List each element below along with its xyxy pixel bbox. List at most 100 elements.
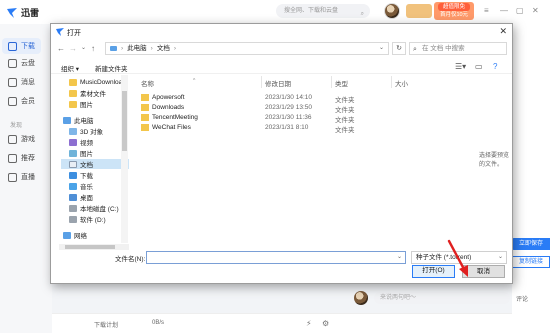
menu-icon[interactable]: ≡ xyxy=(484,6,489,15)
column-divider[interactable] xyxy=(261,76,262,88)
column-header-modified[interactable]: 修改日期 xyxy=(265,78,291,88)
nav-item-desktop[interactable]: 桌面 xyxy=(69,192,93,202)
address-row: ← → ⌄ ↑ › 此电脑 › 文档 › ⌄ ↻ ⌕ 在 文档 中搜索 xyxy=(51,42,512,56)
organize-menu[interactable]: 组织 ▾ xyxy=(61,63,79,73)
file-modified: 2023/1/31 8:10 xyxy=(265,124,309,131)
minimize-icon[interactable]: — xyxy=(500,6,508,15)
column-header-name[interactable]: 名称 xyxy=(141,78,154,88)
nav-item-label: 此电脑 xyxy=(74,118,94,125)
sidebar-item-cloud[interactable]: 云盘 xyxy=(8,58,35,68)
nav-scrollbar[interactable] xyxy=(121,75,128,243)
game-icon xyxy=(8,134,17,144)
new-folder-button[interactable]: 新建文件夹 xyxy=(95,63,128,73)
address-bar[interactable]: › 此电脑 › 文档 › ⌄ xyxy=(105,42,389,55)
nav-item-label: 3D 对象 xyxy=(80,129,104,136)
filename-input[interactable]: ⌄ xyxy=(146,251,406,264)
folder-search-placeholder: 在 文档 中搜索 xyxy=(422,45,465,52)
search-icon[interactable]: ⌕ xyxy=(361,7,364,21)
refresh-icon[interactable]: ↻ xyxy=(392,42,406,55)
save-now-button[interactable]: 立即保存 xyxy=(512,238,550,250)
column-divider[interactable] xyxy=(331,76,332,88)
sidebar-item-download[interactable]: 下载 xyxy=(2,38,41,54)
nav-item-this-pc[interactable]: 此电脑 xyxy=(63,115,94,125)
download-plan-label[interactable]: 下载计划 xyxy=(94,320,118,329)
help-icon[interactable]: ? xyxy=(493,62,497,71)
open-file-dialog: 打开 ✕ ← → ⌄ ↑ › 此电脑 › 文档 › ⌄ ↻ ⌕ 在 文档 中搜索… xyxy=(50,23,513,284)
recent-chevron-down-icon[interactable]: ⌄ xyxy=(81,44,86,51)
comment-label[interactable]: 评论 xyxy=(516,294,528,303)
list-item[interactable]: Apowersoft 2023/1/30 14:10 文件夹 xyxy=(133,93,433,104)
view-options-icon[interactable]: ☰▾ xyxy=(455,62,466,71)
back-arrow-icon[interactable]: ← xyxy=(57,44,65,53)
video-icon xyxy=(69,138,77,146)
sidebar-item-messages[interactable]: 消息 xyxy=(8,77,35,87)
vip-icon xyxy=(8,96,17,106)
nav-item-music[interactable]: 音乐 xyxy=(69,181,93,191)
breadcrumb-documents[interactable]: 文档 xyxy=(157,43,170,54)
nav-item-network[interactable]: 网络 xyxy=(63,230,87,240)
list-item[interactable]: TencentMeeting 2023/1/30 11:36 文件夹 xyxy=(133,113,433,124)
cloud-icon xyxy=(8,58,17,68)
close-icon[interactable]: ✕ xyxy=(532,6,539,15)
nav-item-materials[interactable]: 素材文件 xyxy=(69,88,106,98)
forward-arrow-icon[interactable]: → xyxy=(69,44,77,53)
sidebar-item-games[interactable]: 游戏 xyxy=(8,134,35,144)
nav-item-downloads[interactable]: 下载 xyxy=(69,170,93,180)
nav-horizontal-scrollbar[interactable] xyxy=(59,244,511,250)
nav-item-drive-c[interactable]: 本地磁盘 (C:) xyxy=(69,203,119,213)
xunlei-bird-icon xyxy=(56,28,64,36)
list-item[interactable]: Downloads 2023/1/29 13:50 文件夹 xyxy=(133,103,433,114)
nav-item-pictures-quick[interactable]: 图片 xyxy=(69,99,93,109)
turbo-icon[interactable]: ⚡ xyxy=(306,319,315,328)
breadcrumb-this-pc[interactable]: 此电脑 xyxy=(127,43,147,54)
up-arrow-icon[interactable]: ↑ xyxy=(91,44,95,53)
column-header-type[interactable]: 类型 xyxy=(335,78,348,88)
app-logo: 迅雷 xyxy=(6,6,39,19)
breadcrumb-separator-icon: › xyxy=(173,45,177,52)
file-name: WeChat Files xyxy=(152,124,191,131)
vip-badge[interactable] xyxy=(406,4,432,18)
comment-row: 来说两句吧～ 评论 xyxy=(350,290,550,306)
preview-pane-icon[interactable]: ▭ xyxy=(475,62,483,71)
list-item[interactable]: WeChat Files 2023/1/31 8:10 文件夹 xyxy=(133,123,433,134)
nav-scroll-thumb[interactable] xyxy=(122,91,127,151)
download-icon xyxy=(8,41,17,51)
column-header-size[interactable]: 大小 xyxy=(395,78,408,88)
3d-objects-icon xyxy=(69,127,77,135)
settings-icon[interactable]: ⚙ xyxy=(322,319,331,328)
right-panel xyxy=(512,24,550,333)
file-modified: 2023/1/30 14:10 xyxy=(265,94,312,101)
folder-icon xyxy=(69,78,77,86)
status-bar: 下载计划 0B/s ⚡ ⚙ xyxy=(52,313,512,333)
nav-item-label: 视频 xyxy=(80,140,93,147)
dialog-close-icon[interactable]: ✕ xyxy=(499,26,507,37)
vip-promo-button[interactable]: 超值限免 首月仅10元 xyxy=(434,2,474,20)
user-avatar[interactable] xyxy=(384,3,400,19)
chevron-down-icon[interactable]: ⌄ xyxy=(397,253,402,260)
nav-item-videos[interactable]: 视频 xyxy=(69,137,93,147)
address-dropdown-icon[interactable]: ⌄ xyxy=(379,43,384,54)
file-name-cell: WeChat Files xyxy=(141,124,191,131)
network-icon xyxy=(63,231,71,239)
column-divider[interactable] xyxy=(391,76,392,88)
nav-item-musicdownload[interactable]: MusicDownloa xyxy=(69,77,122,87)
filename-label: 文件名(N): xyxy=(115,256,146,263)
nav-item-documents[interactable]: 文档 xyxy=(61,159,129,169)
maximize-icon[interactable]: ▢ xyxy=(516,6,524,15)
nav-item-3d-objects[interactable]: 3D 对象 xyxy=(69,126,103,136)
nav-item-pictures[interactable]: 图片 xyxy=(69,148,93,158)
copy-link-button[interactable]: 复制链接 xyxy=(512,256,550,268)
global-search-input[interactable]: 搜全网、下载和云盘 ⌕ xyxy=(276,4,370,18)
sidebar-item-vip[interactable]: 会员 xyxy=(8,96,35,106)
sidebar-item-recommend[interactable]: 推荐 xyxy=(8,153,35,163)
sidebar-item-live[interactable]: 直播 xyxy=(8,172,35,182)
live-icon xyxy=(8,172,17,182)
app-header: 迅雷 搜全网、下载和云盘 ⌕ 超值限免 首月仅10元 ≡ — ▢ ✕ xyxy=(0,0,550,24)
folder-search-input[interactable]: ⌕ 在 文档 中搜索 xyxy=(409,42,507,55)
xunlei-bird-icon xyxy=(7,7,17,18)
nav-item-label: 图片 xyxy=(80,151,93,158)
comment-input[interactable]: 来说两句吧～ xyxy=(374,292,510,304)
file-type: 文件夹 xyxy=(335,127,355,134)
nav-item-drive-d[interactable]: 软件 (D:) xyxy=(69,214,106,224)
scroll-thumb[interactable] xyxy=(65,245,115,249)
